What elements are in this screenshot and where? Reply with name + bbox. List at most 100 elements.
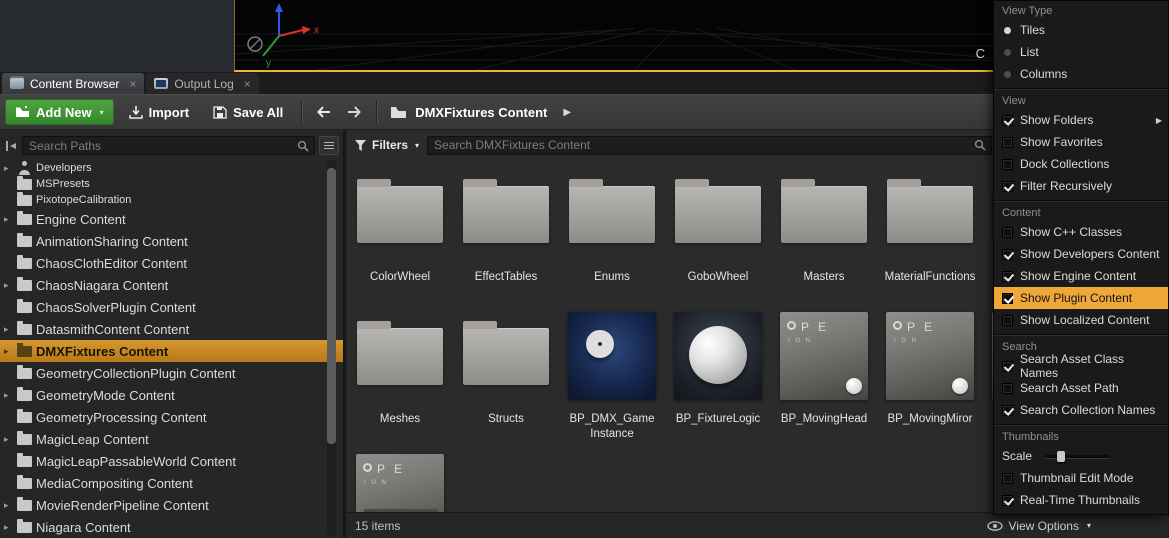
menu-item[interactable]: Search Asset Path ▶ xyxy=(994,377,1168,399)
expand-arrow-icon[interactable]: ▸ xyxy=(4,346,13,357)
import-icon xyxy=(129,106,143,119)
menu-item[interactable]: Search Asset Class Names ▶ xyxy=(994,355,1168,377)
folder-icon xyxy=(463,328,549,385)
menu-item[interactable]: Tiles ▶ xyxy=(994,19,1168,41)
asset-tile[interactable]: P E I O N GoboWheel xyxy=(665,166,771,308)
asset-tile[interactable]: P E I O N Masters xyxy=(771,166,877,308)
tree-item[interactable]: ▸ MediaCompositing Content xyxy=(0,472,343,494)
tree-item[interactable]: ▸ DatasmithContent Content xyxy=(0,318,343,340)
close-icon[interactable]: × xyxy=(244,77,251,91)
menu-item-control[interactable] xyxy=(1002,115,1013,126)
tree-item[interactable]: ▸ GeometryProcessing Content xyxy=(0,406,343,428)
asset-tile[interactable]: P E I O N Meshes xyxy=(347,308,453,450)
menu-item-control[interactable] xyxy=(1004,27,1011,34)
tree-item[interactable]: ▸ MSPresets xyxy=(0,176,343,192)
tree-item[interactable]: ▸ MagicLeapPassableWorld Content xyxy=(0,450,343,472)
menu-item[interactable]: Show Plugin Content ▶ xyxy=(994,287,1168,309)
expand-arrow-icon[interactable]: ▸ xyxy=(4,214,13,225)
asset-tile[interactable]: P E I O N Structs xyxy=(453,308,559,450)
forward-button[interactable] xyxy=(342,105,367,119)
menu-item-control[interactable] xyxy=(1002,361,1013,372)
tree-scrollbar-thumb[interactable] xyxy=(327,168,336,444)
asset-tile[interactable]: P E I O N MaterialFunctions xyxy=(877,166,983,308)
menu-item[interactable]: Show Localized Content ▶ xyxy=(994,309,1168,331)
expand-arrow-icon[interactable]: ▸ xyxy=(4,163,13,174)
menu-item-control[interactable] xyxy=(1002,249,1013,260)
expand-arrow-icon[interactable]: ▸ xyxy=(4,434,13,445)
expand-arrow-icon[interactable]: ▸ xyxy=(4,390,13,401)
expand-arrow-icon[interactable]: ▸ xyxy=(4,324,13,335)
tree-item[interactable]: ▸ AnimationSharing Content xyxy=(0,230,343,252)
tree-item[interactable]: ▸ Niagara Content xyxy=(0,516,343,538)
menu-item-control[interactable] xyxy=(1002,227,1013,238)
chevron-down-icon: ▾ xyxy=(415,141,419,150)
menu-item[interactable]: Show Engine Content ▶ xyxy=(994,265,1168,287)
tree-item[interactable]: ▸ GeometryCollectionPlugin Content xyxy=(0,362,343,384)
tree-item[interactable]: ▸ DMXFixtures Content xyxy=(0,340,343,362)
menu-item[interactable]: Search Collection Names ▶ xyxy=(994,399,1168,421)
menu-item-control[interactable] xyxy=(1002,405,1013,416)
asset-tile[interactable]: P E I O N ColorWheel xyxy=(347,166,453,308)
menu-item-control[interactable] xyxy=(1002,271,1013,282)
menu-item-control[interactable] xyxy=(1002,181,1013,192)
close-icon[interactable]: × xyxy=(129,77,136,91)
chevron-right-icon[interactable]: ▶ xyxy=(563,107,571,118)
back-button[interactable] xyxy=(311,105,336,119)
level-viewport[interactable]: x y C xyxy=(234,0,993,72)
tree-item-icon xyxy=(17,179,32,190)
asset-tile[interactable]: P E I O N BP_FixtureLogic xyxy=(665,308,771,450)
menu-item[interactable]: List ▶ xyxy=(994,41,1168,63)
asset-tile[interactable]: P E I O N BP_MovingHead xyxy=(771,308,877,450)
scale-slider[interactable] xyxy=(1045,455,1109,458)
filters-button[interactable]: Filters ▾ xyxy=(355,138,419,152)
expand-arrow-icon[interactable]: ▸ xyxy=(4,280,13,291)
tree-item-label: DMXFixtures Content xyxy=(36,344,168,359)
menu-item-control[interactable] xyxy=(1002,473,1013,484)
collapse-sources-icon[interactable] xyxy=(4,139,18,153)
view-options-button[interactable]: View Options ▾ xyxy=(987,519,1092,533)
tree-item[interactable]: ▸ MovieRenderPipeline Content xyxy=(0,494,343,516)
tree-item[interactable]: ▸ PixotopeCalibration xyxy=(0,192,343,208)
search-paths-input[interactable] xyxy=(29,139,297,153)
menu-item-control[interactable] xyxy=(1002,293,1013,304)
asset-tile[interactable]: P E I O N Enums xyxy=(559,166,665,308)
add-new-button[interactable]: Add New ▾ xyxy=(5,99,114,125)
tree-item[interactable]: ▸ MagicLeap Content xyxy=(0,428,343,450)
menu-item[interactable]: Dock Collections ▶ xyxy=(994,153,1168,175)
menu-item-control[interactable] xyxy=(1002,159,1013,170)
menu-item[interactable]: Show Developers Content ▶ xyxy=(994,243,1168,265)
tree-item-label: GeometryCollectionPlugin Content xyxy=(36,366,235,381)
menu-item[interactable]: Show Favorites ▶ xyxy=(994,131,1168,153)
tree-item[interactable]: ▸ ChaosClothEditor Content xyxy=(0,252,343,274)
menu-item[interactable]: Real-Time Thumbnails ▶ xyxy=(994,489,1168,511)
tree-item[interactable]: ▸ Developers xyxy=(0,160,343,176)
tree-item[interactable]: ▸ ChaosNiagara Content xyxy=(0,274,343,296)
tree-item[interactable]: ▸ Engine Content xyxy=(0,208,343,230)
menu-item[interactable]: Columns ▶ xyxy=(994,63,1168,85)
menu-item[interactable]: Filter Recursively ▶ xyxy=(994,175,1168,197)
menu-item-control[interactable] xyxy=(1002,495,1013,506)
search-assets-input[interactable] xyxy=(434,138,974,152)
panel-tab[interactable]: Output Log × xyxy=(146,73,258,94)
path-view-options-button[interactable] xyxy=(319,136,339,155)
expand-arrow-icon[interactable]: ▸ xyxy=(4,500,13,511)
menu-item-control[interactable] xyxy=(1002,137,1013,148)
asset-tile[interactable]: P E I O N BP_MovingMiror xyxy=(877,308,983,450)
breadcrumb[interactable]: DMXFixtures Content ▶ xyxy=(390,105,571,120)
asset-tile[interactable]: P E I O N BP_DMX_Game Instance xyxy=(559,308,665,450)
menu-item-control[interactable] xyxy=(1004,71,1011,78)
menu-item-control[interactable] xyxy=(1002,315,1013,326)
menu-item[interactable]: Scale ▶ xyxy=(994,445,1168,467)
tree-item[interactable]: ▸ GeometryMode Content xyxy=(0,384,343,406)
menu-item[interactable]: Show C++ Classes ▶ xyxy=(994,221,1168,243)
menu-item-control[interactable] xyxy=(1002,383,1013,394)
menu-item-control[interactable] xyxy=(1004,49,1011,56)
menu-item[interactable]: Show Folders ▶ xyxy=(994,109,1168,131)
expand-arrow-icon[interactable]: ▸ xyxy=(4,522,13,533)
asset-tile[interactable]: P E I O N EffectTables xyxy=(453,166,559,308)
tree-item[interactable]: ▸ ChaosSolverPlugin Content xyxy=(0,296,343,318)
import-button[interactable]: Import xyxy=(120,99,198,125)
panel-tab[interactable]: Content Browser × xyxy=(2,73,144,94)
save-all-button[interactable]: Save All xyxy=(204,99,292,125)
menu-item[interactable]: Thumbnail Edit Mode ▶ xyxy=(994,467,1168,489)
